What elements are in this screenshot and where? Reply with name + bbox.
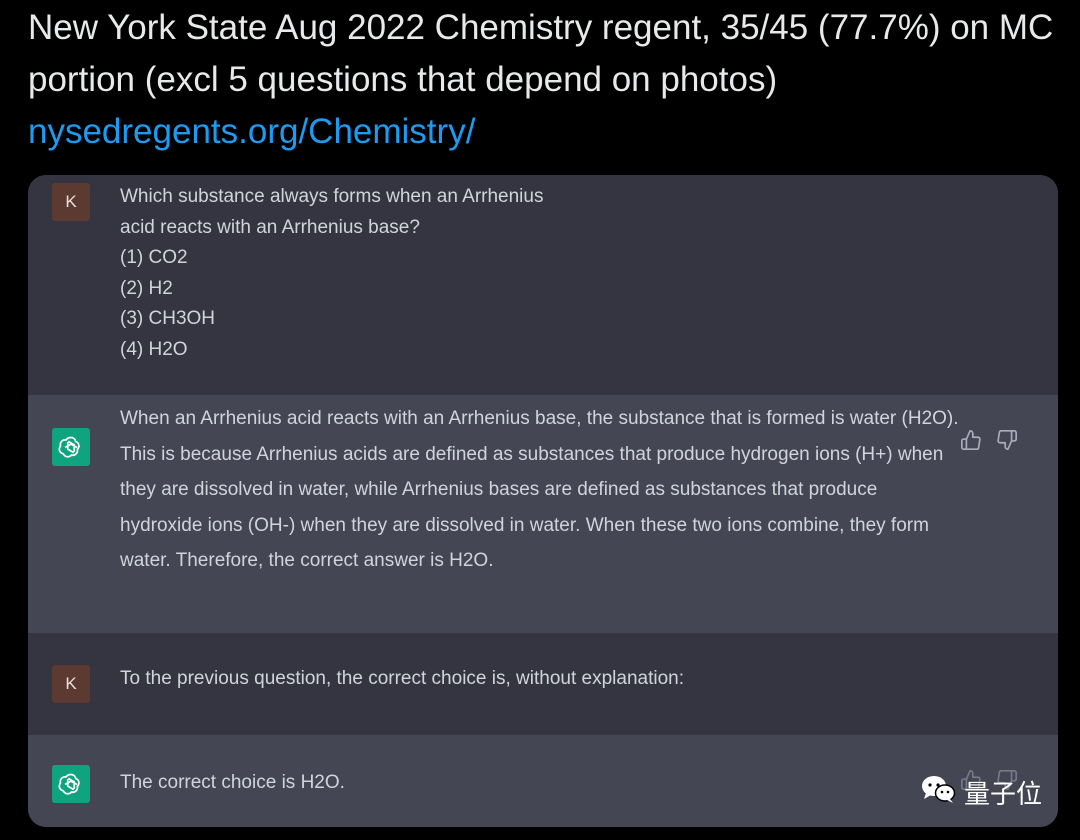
assistant-message: When an Arrhenius acid reacts with an Ar…: [28, 395, 1058, 633]
feedback-buttons: [960, 429, 1018, 456]
user-message: K Which substance always forms when an A…: [28, 175, 1058, 395]
user-message-text: Which substance always forms when an Arr…: [120, 186, 544, 360]
wechat-icon: [920, 774, 956, 811]
user-avatar: K: [52, 665, 90, 703]
tweet-text: New York State Aug 2022 Chemistry regent…: [28, 2, 1058, 158]
watermark-text: 量子位: [964, 778, 1043, 809]
user-avatar: K: [52, 183, 90, 221]
openai-logo-icon: [52, 765, 90, 803]
tweet-body: New York State Aug 2022 Chemistry regent…: [28, 8, 1054, 99]
assistant-message-text: The correct choice is H2O.: [120, 772, 345, 793]
assistant-message: The correct choice is H2O.: [28, 735, 1058, 827]
thumbs-up-icon[interactable]: [960, 429, 982, 456]
user-message-text: To the previous question, the correct ch…: [120, 668, 684, 689]
assistant-message-text: When an Arrhenius acid reacts with an Ar…: [120, 408, 959, 571]
thumbs-down-icon[interactable]: [996, 429, 1018, 456]
user-message: K To the previous question, the correct …: [28, 633, 1058, 735]
tweet-link[interactable]: nysedregents.org/Chemistry/: [28, 112, 475, 151]
watermark: 量子位: [920, 770, 1042, 814]
openai-logo-icon: [52, 428, 90, 466]
chat-screenshot: K Which substance always forms when an A…: [28, 175, 1058, 827]
